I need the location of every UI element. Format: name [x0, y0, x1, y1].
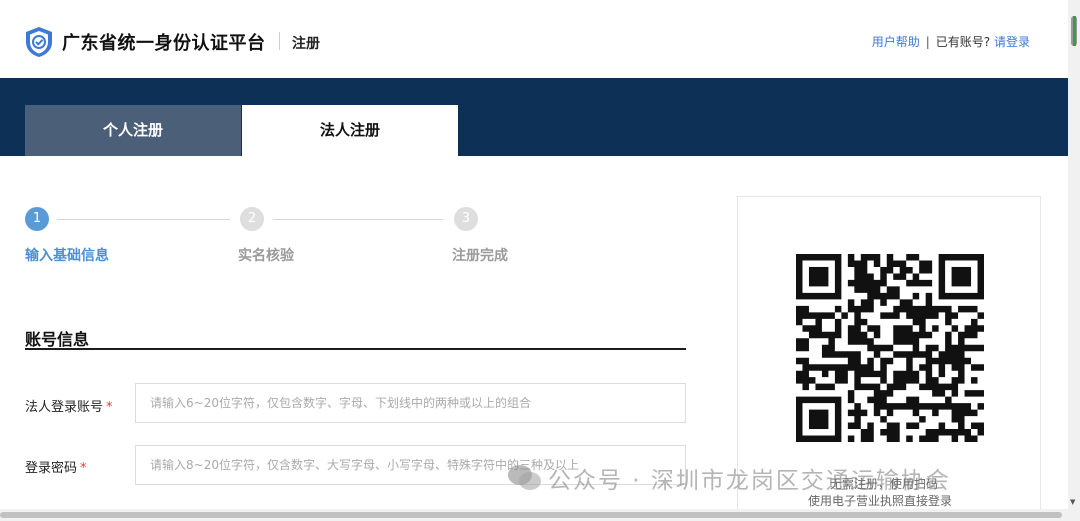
scroll-indicator	[1073, 16, 1076, 46]
user-help-link[interactable]: 用户帮助	[872, 35, 920, 49]
step-connector-2	[273, 219, 443, 220]
step-3-circle: 3	[454, 207, 478, 231]
horizontal-scrollbar-thumb[interactable]	[0, 512, 1062, 518]
step-1-label: 输入基础信息	[25, 248, 109, 264]
watermark-text: 公众号 · 深圳市龙岗区交通运输协会	[548, 468, 951, 494]
tab-personal-registration[interactable]: 个人注册	[25, 105, 241, 156]
vertical-scrollbar[interactable]	[1068, 0, 1080, 509]
step-2-circle: 2	[240, 207, 264, 231]
qr-code-icon[interactable]	[796, 254, 984, 442]
top-header: 广东省统一身份认证平台 注册 用户帮助 | 已有账号? 请登录	[0, 0, 1068, 78]
section-divider	[25, 348, 686, 350]
link-separator: |	[925, 35, 930, 49]
field-label-legal-account: 法人登录账号 *	[25, 396, 113, 415]
required-marker: *	[106, 400, 113, 415]
page-title: 注册	[292, 36, 320, 52]
password-label-text: 登录密码	[25, 461, 78, 476]
section-title-account: 账号信息	[25, 330, 90, 349]
step-connector-1	[57, 219, 230, 220]
field-label-password: 登录密码 *	[25, 457, 87, 476]
scroll-down-arrow-icon[interactable]: ▼	[1070, 498, 1075, 506]
brand-title: 广东省统一身份认证平台	[62, 33, 266, 54]
required-marker: *	[80, 461, 87, 476]
step-3-label: 注册完成	[452, 248, 508, 264]
tab-band: 个人注册 法人注册	[0, 78, 1068, 156]
header-links: 用户帮助 | 已有账号? 请登录	[872, 33, 1030, 50]
legal-account-input[interactable]: 请输入6~20位字符，仅包含数字、字母、下划线中的两种或以上的组合	[135, 383, 686, 423]
login-link[interactable]: 请登录	[994, 35, 1030, 49]
step-1-circle: 1	[25, 207, 49, 231]
has-account-text: 已有账号?	[935, 35, 991, 49]
legal-account-label-text: 法人登录账号	[25, 400, 104, 415]
title-divider	[279, 32, 280, 50]
shield-logo-icon	[26, 27, 52, 57]
wechat-icon	[508, 465, 541, 490]
tab-legal-registration[interactable]: 法人注册	[242, 105, 458, 156]
step-2-label: 实名核验	[238, 248, 294, 264]
